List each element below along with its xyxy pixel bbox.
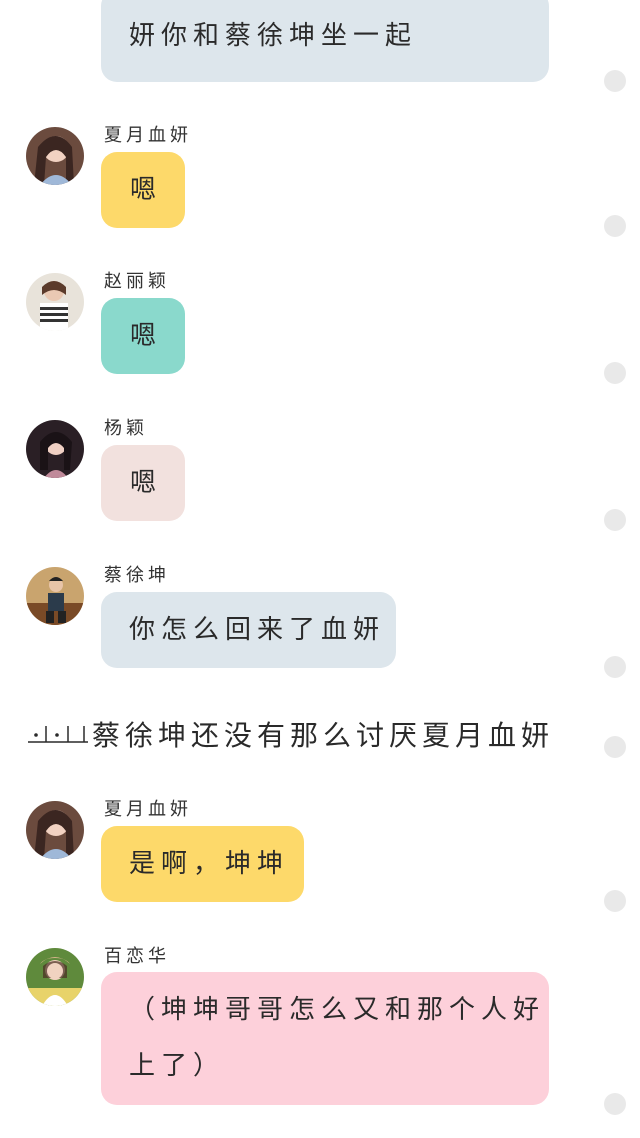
avatar-portrait-icon <box>26 273 84 331</box>
status-dot <box>604 890 626 912</box>
sender-name: 蔡徐坤 <box>104 565 170 586</box>
avatar[interactable] <box>26 567 84 625</box>
avatar-portrait-icon <box>26 127 84 185</box>
status-dot <box>604 70 626 92</box>
sender-name: 夏月血妍 <box>104 125 192 146</box>
message-bubble[interactable]: （坤坤哥哥怎么又和那个人好 上了） <box>101 972 549 1105</box>
narration-line: 蔡徐坤还没有那么讨厌夏月血妍 <box>28 714 554 754</box>
status-dot <box>604 1093 626 1115</box>
message-text: 嗯 <box>129 175 156 205</box>
avatar-portrait-icon <box>26 567 84 625</box>
sender-name: 赵丽颖 <box>104 271 170 292</box>
message-bubble[interactable]: 嗯 <box>101 298 185 374</box>
message-bubble[interactable]: 是啊，坤坤 <box>101 826 304 902</box>
message-text-line: 上了） <box>129 1051 226 1081</box>
status-dot <box>604 736 626 758</box>
avatar[interactable] <box>26 420 84 478</box>
message-text: 是啊，坤坤 <box>129 849 290 879</box>
status-dot <box>604 656 626 678</box>
narration-text: 蔡徐坤还没有那么讨厌夏月血妍 <box>92 719 555 752</box>
status-dot <box>604 362 626 384</box>
message-text: 嗯 <box>129 321 156 351</box>
avatar-portrait-icon <box>26 420 84 478</box>
message-bubble[interactable]: 你怎么回来了血妍 <box>101 592 396 668</box>
status-dot <box>604 509 626 531</box>
message-bubble[interactable]: 妍你和蔡徐坤坐一起 <box>101 0 549 82</box>
message-text: 妍你和蔡徐坤坐一起 <box>129 21 418 51</box>
avatar-portrait-icon <box>26 801 84 859</box>
avatar-portrait-icon <box>26 948 84 1006</box>
message-text: 你怎么回来了血妍 <box>129 615 386 645</box>
avatar[interactable] <box>26 273 84 331</box>
message-bubble[interactable]: 嗯 <box>101 445 185 521</box>
message-text: 嗯 <box>129 468 156 498</box>
narration-marker-icon <box>28 720 88 748</box>
sender-name: 杨颖 <box>104 418 148 439</box>
sender-name: 夏月血妍 <box>104 799 192 820</box>
message-bubble[interactable]: 嗯 <box>101 152 185 228</box>
sender-name: 百恋华 <box>104 946 170 967</box>
status-dot <box>604 215 626 237</box>
message-text-line: （坤坤哥哥怎么又和那个人好 <box>129 995 546 1025</box>
avatar[interactable] <box>26 127 84 185</box>
avatar[interactable] <box>26 801 84 859</box>
avatar[interactable] <box>26 948 84 1006</box>
